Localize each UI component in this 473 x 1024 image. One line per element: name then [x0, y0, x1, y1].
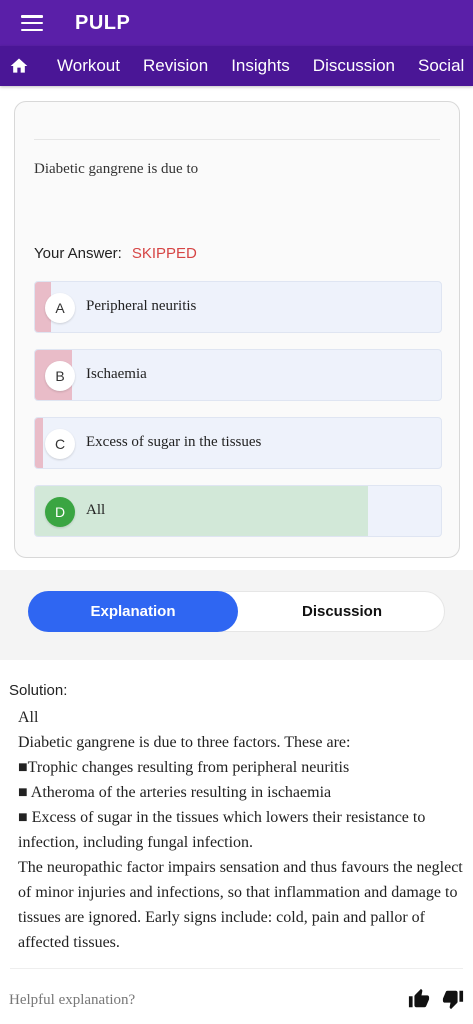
- solution-line: ■ Atheroma of the arteries resulting in …: [18, 784, 332, 801]
- discussion-tab[interactable]: Discussion: [238, 591, 446, 632]
- option-c[interactable]: C Excess of sugar in the tissues: [34, 417, 442, 469]
- solution-line: The neuropathic factor impairs sensation…: [18, 859, 463, 951]
- app-bar: PULP: [0, 0, 473, 46]
- option-c-response-fill: [35, 418, 44, 468]
- your-answer: Your Answer: SKIPPED: [34, 245, 197, 262]
- nav-tabs: Workout Revision Insights Discussion Soc…: [0, 46, 473, 86]
- option-b-text: Ischaemia: [86, 366, 147, 382]
- thumbs-up-icon[interactable]: [408, 988, 430, 1010]
- card-divider: [34, 139, 440, 140]
- tab-revision[interactable]: Revision: [143, 56, 208, 76]
- tab-social[interactable]: Social: [418, 56, 464, 76]
- tab-toggle-section: Explanation Discussion: [0, 570, 473, 660]
- option-d-response-fill: [35, 486, 368, 536]
- tab-workout[interactable]: Workout: [57, 56, 120, 76]
- option-c-letter: C: [45, 429, 75, 459]
- your-answer-status: SKIPPED: [131, 245, 197, 262]
- option-a-text: Peripheral neuritis: [86, 298, 197, 314]
- explanation-discussion-toggle: Explanation Discussion: [28, 591, 445, 632]
- option-b[interactable]: B Ischaemia: [34, 349, 442, 401]
- solution-line: ■ Excess of sugar in the tissues which l…: [18, 809, 426, 851]
- solution-line: ■Trophic changes resulting from peripher…: [18, 759, 350, 776]
- feedback-divider: [10, 968, 463, 969]
- your-answer-label: Your Answer:: [34, 245, 122, 262]
- explanation-tab[interactable]: Explanation: [28, 591, 238, 632]
- question-text: Diabetic gangrene is due to: [34, 161, 199, 177]
- solution-body: All Diabetic gangrene is due to three fa…: [18, 705, 463, 955]
- solution-label: Solution:: [9, 682, 68, 699]
- option-d-text: All: [86, 502, 106, 518]
- option-d[interactable]: D All: [34, 485, 442, 537]
- option-a-letter: A: [45, 293, 75, 323]
- solution-line: Diabetic gangrene is due to three factor…: [18, 734, 351, 751]
- option-c-text: Excess of sugar in the tissues: [86, 434, 262, 450]
- thumbs-down-icon[interactable]: [442, 988, 464, 1010]
- option-d-letter: D: [45, 497, 75, 527]
- solution-line: All: [18, 709, 39, 726]
- hamburger-menu-icon[interactable]: [21, 15, 43, 31]
- home-icon[interactable]: [9, 56, 29, 76]
- question-card: Diabetic gangrene is due to Your Answer:…: [14, 101, 460, 558]
- option-b-letter: B: [45, 361, 75, 391]
- app-title: PULP: [75, 11, 131, 34]
- tab-insights[interactable]: Insights: [231, 56, 290, 76]
- option-a[interactable]: A Peripheral neuritis: [34, 281, 442, 333]
- tab-discussion[interactable]: Discussion: [313, 56, 395, 76]
- helpful-prompt: Helpful explanation?: [9, 992, 136, 1008]
